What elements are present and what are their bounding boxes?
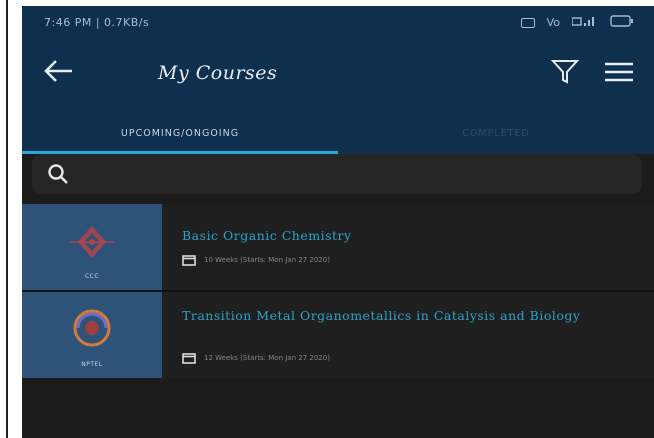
course-thumbnail: NPTEL <box>22 292 162 378</box>
toolbar: My Courses <box>22 40 654 112</box>
left-border <box>0 0 22 438</box>
course-card[interactable]: NPTEL Transition Metal Organometallics i… <box>22 292 654 378</box>
sim-icon <box>520 17 535 28</box>
search-bar[interactable] <box>32 154 642 194</box>
provider-label: NPTEL <box>81 361 103 368</box>
app-bar: 7:46 PM | 0.7KB/s Vo My Courses UPCOMING… <box>22 6 654 154</box>
calendar-icon <box>182 353 196 364</box>
arrow-left-icon[interactable] <box>42 56 76 86</box>
tab-label: UPCOMING/ONGOING <box>120 127 240 139</box>
status-bar: 7:46 PM | 0.7KB/s Vo <box>22 6 654 40</box>
course-meta: 10 Weeks (Starts: Mon Jan 27 2020) <box>182 254 330 266</box>
battery-icon <box>610 15 634 30</box>
course-title: Basic Organic Chemistry <box>182 228 352 243</box>
search-input[interactable] <box>80 160 624 190</box>
tab-completed[interactable]: COMPLETED <box>338 112 654 154</box>
calendar-icon <box>182 255 196 266</box>
signal-icon <box>571 15 598 30</box>
status-time: 7:46 PM | 0.7KB/s <box>44 16 150 29</box>
provider-label: CCC <box>84 273 100 280</box>
course-duration: 10 Weeks (Starts: Mon Jan 27 2020) <box>204 256 330 264</box>
page-title: My Courses <box>158 62 278 84</box>
filter-icon[interactable] <box>550 56 580 86</box>
nptel-logo-icon <box>70 306 114 350</box>
course-title: Transition Metal Organometallics in Cata… <box>182 308 581 323</box>
course-duration: 12 Weeks (Starts: Mon Jan 27 2020) <box>204 354 330 362</box>
volte-label: Vo <box>546 16 560 29</box>
search-icon <box>46 162 70 186</box>
course-meta: 12 Weeks (Starts: Mon Jan 27 2020) <box>182 352 330 364</box>
phone-screen: 7:46 PM | 0.7KB/s Vo My Courses UPCOMING… <box>22 6 654 438</box>
screenshot-frame: 7:46 PM | 0.7KB/s Vo My Courses UPCOMING… <box>0 0 654 438</box>
tab-label: COMPLETED <box>462 127 530 139</box>
course-card[interactable]: CCC Basic Organic Chemistry 10 Weeks (St… <box>22 204 654 290</box>
ccc-logo-icon <box>70 222 114 262</box>
course-thumbnail: CCC <box>22 204 162 290</box>
hamburger-menu-icon[interactable] <box>602 58 636 86</box>
tab-upcoming-ongoing[interactable]: UPCOMING/ONGOING <box>22 112 338 154</box>
tab-bar: UPCOMING/ONGOING COMPLETED <box>22 112 654 154</box>
status-icons: Vo <box>520 15 634 30</box>
